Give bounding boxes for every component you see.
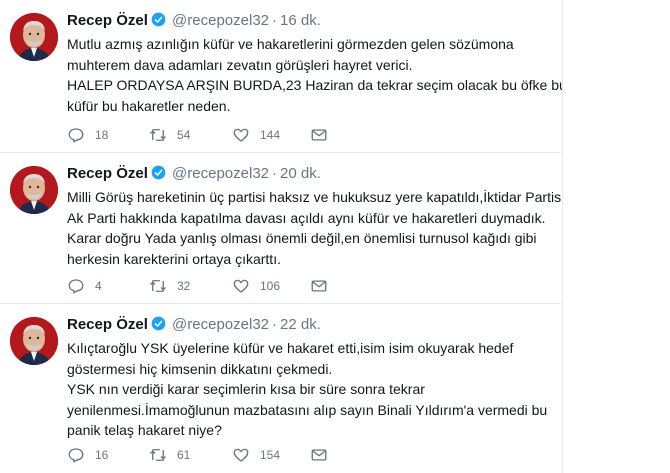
retweet-count: 61 (177, 448, 191, 462)
direct-message-button[interactable] (310, 445, 328, 465)
like-count: 106 (260, 279, 281, 293)
tweet-text: Kılıçtaroğlu YSK üyelerine küfür ve haka… (67, 338, 562, 441)
tweet-text-line: Mutlu azmış azınlığın küfür ve hakaretle… (67, 36, 514, 52)
tweet[interactable]: Recep Özel @recepozel32 · 16 dk. Mutlu azm… (0, 0, 562, 153)
user-handle[interactable]: @recepozel32 (172, 165, 269, 182)
user-handle[interactable]: @recepozel32 (172, 12, 269, 29)
tweet-text-line: Kılıçtaroğlu YSK üyelerine küfür ve haka… (67, 340, 514, 356)
tweet-text-line: Ak Parti hakkında kapatılma davası açıld… (67, 209, 546, 226)
avatar[interactable] (10, 317, 58, 365)
tweet-text-line: muhterem dava adamları zevatın görüşleri… (67, 56, 413, 73)
timestamp[interactable]: 20 dk. (280, 165, 321, 182)
display-name[interactable]: Recep Özel (67, 12, 148, 29)
reply-button[interactable]: 4 (67, 276, 102, 296)
heart-icon (233, 448, 249, 462)
tweet-text-line: Milli Görüş hareketinin üç partisi haksı… (67, 189, 563, 205)
verified-badge-icon (151, 12, 166, 27)
tweet-text-line: herkesin karekterini ortaya çıkarttı. (67, 250, 281, 267)
retweet-button[interactable]: 61 (149, 445, 190, 465)
like-button[interactable]: 154 (232, 445, 280, 465)
reply-count: 4 (95, 279, 102, 293)
tweet-text-line: Karar doğru Yada yanlış olması önemli de… (67, 230, 537, 246)
reply-icon (68, 448, 84, 463)
verified-badge-icon (151, 316, 166, 331)
envelope-icon (311, 449, 327, 461)
tweet-text-line: göstermesi hiç kimsenin dikkatını çekmed… (67, 360, 333, 377)
direct-message-button[interactable] (310, 125, 328, 145)
like-button[interactable]: 106 (232, 276, 280, 296)
heart-icon (233, 128, 249, 142)
retweet-count: 32 (177, 279, 191, 293)
like-count: 144 (260, 128, 281, 142)
reply-count: 18 (95, 128, 109, 142)
verified-badge-icon (151, 165, 166, 180)
envelope-icon (311, 280, 327, 292)
reply-button[interactable]: 16 (67, 445, 108, 465)
envelope-icon (311, 129, 327, 141)
reply-count: 16 (95, 448, 109, 462)
retweet-icon (150, 449, 166, 461)
retweet-button[interactable]: 32 (149, 276, 190, 296)
tweet-text-line: panik telaş hakaret niye? (67, 422, 222, 438)
tweet[interactable]: Recep Özel @recepozel32 · 22 dk. Kılıçtaro… (0, 304, 562, 473)
retweet-icon (150, 129, 166, 141)
tweet-feed: Recep Özel @recepozel32 · 16 dk. Mutlu azm… (0, 0, 563, 473)
tweet-text: Milli Görüş hareketinin üç partisi haksı… (67, 187, 563, 269)
user-handle[interactable]: @recepozel32 (172, 316, 269, 333)
reply-icon (68, 128, 84, 143)
avatar[interactable] (10, 166, 58, 214)
reply-icon (68, 279, 84, 294)
timestamp[interactable]: 22 dk. (280, 316, 321, 333)
separator-dot: · (272, 12, 277, 29)
tweet[interactable]: Recep Özel @recepozel32 · 20 dk. Milli Gör… (0, 153, 562, 304)
direct-message-button[interactable] (310, 276, 328, 296)
tweet-text: Mutlu azmış azınlığın küfür ve hakaretle… (67, 34, 563, 116)
display-name[interactable]: Recep Özel (67, 165, 148, 182)
retweet-button[interactable]: 54 (149, 125, 190, 145)
timestamp[interactable]: 16 dk. (280, 12, 321, 29)
heart-icon (233, 279, 249, 293)
tweet-text-line: HALEP ORDAYSA ARŞIN BURDA,23 Haziran da … (67, 77, 563, 93)
retweet-count: 54 (177, 128, 191, 142)
tweet-text-line: küfür bu hakaretler neden. (67, 97, 231, 114)
separator-dot: · (272, 316, 277, 333)
like-button[interactable]: 144 (232, 125, 280, 145)
retweet-icon (150, 280, 166, 292)
tweet-text-line: YSK nın verdiği karar seçimlerin kısa bi… (67, 381, 425, 397)
tweet-header: Recep Özel @recepozel32 · 16 dk. (67, 12, 321, 29)
tweet-header: Recep Özel @recepozel32 · 20 dk. (67, 165, 321, 182)
separator-dot: · (272, 165, 277, 182)
like-count: 154 (260, 448, 281, 462)
avatar[interactable] (10, 13, 58, 61)
tweet-text-line: yenilenmesi.İmamoğlunun mazbatasını alıp… (67, 401, 548, 418)
display-name[interactable]: Recep Özel (67, 316, 148, 333)
tweet-header: Recep Özel @recepozel32 · 22 dk. (67, 316, 321, 333)
reply-button[interactable]: 18 (67, 125, 108, 145)
